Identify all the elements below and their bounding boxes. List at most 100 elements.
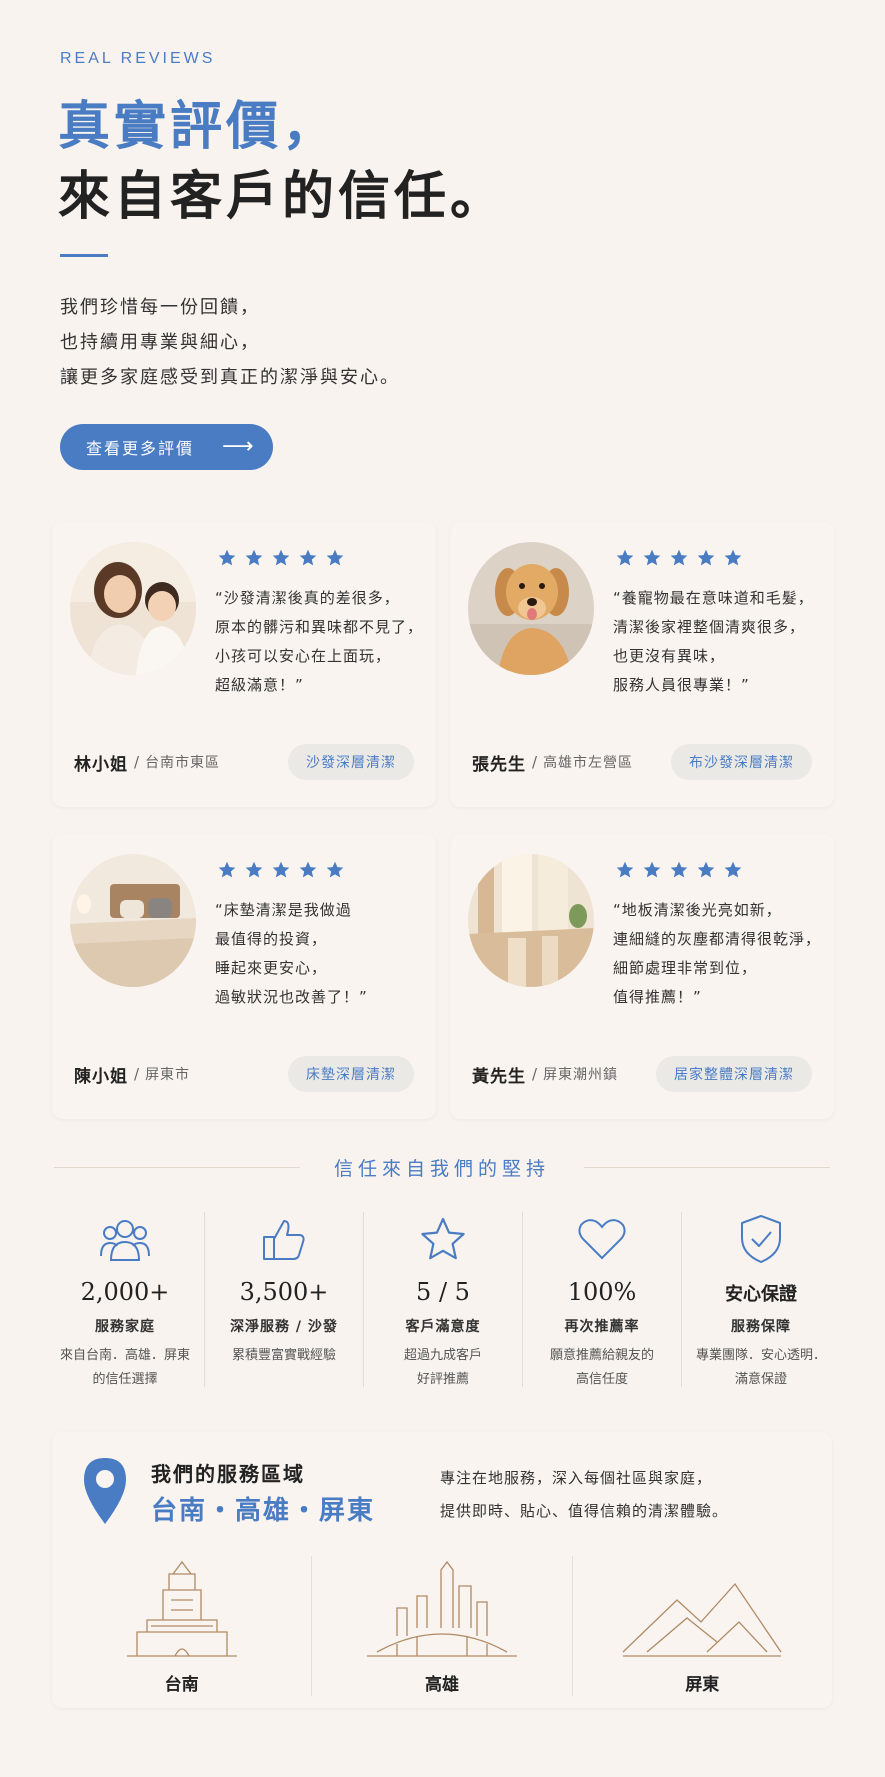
quote-line: 超級滿意！”	[215, 676, 304, 694]
intro-line: 讓更多家庭感受到真正的潔淨與安心。	[60, 367, 400, 388]
page-title: 真實評價， 來自客戶的信任。	[58, 92, 506, 232]
rating-stars	[615, 860, 743, 880]
star-icon	[245, 549, 263, 566]
name-separator: /	[134, 753, 140, 771]
title-line-1: 真實評價，	[58, 96, 339, 157]
service-tag[interactable]: 床墊深層清潔	[288, 1056, 414, 1092]
star-icon	[697, 549, 715, 566]
quote-line: 原本的髒污和異味都不見了，	[215, 618, 424, 636]
cta-label: 查看更多評價	[86, 439, 195, 458]
service-tag[interactable]: 布沙發深層清潔	[671, 744, 812, 780]
stat-description: 願意推薦給親友的 高信任度	[523, 1344, 681, 1392]
shield-check-icon	[682, 1212, 840, 1266]
divider-line	[54, 1166, 300, 1168]
view-more-reviews-button[interactable]: 查看更多評價 ⟶	[60, 424, 273, 470]
quote-line: 清潔後家裡整個清爽很多，	[613, 618, 806, 636]
desc-line: 超過九成客戶	[403, 1348, 482, 1363]
review-quote: “沙發清潔後真的差很多， 原本的髒污和異味都不見了， 小孩可以安心在上面玩， 超…	[215, 584, 423, 700]
city-list: 台南 高雄 屏東	[52, 1556, 832, 1696]
quote-line: “床墊清潔是我做過	[215, 901, 352, 919]
quote-line: 連細縫的灰塵都清得很乾淨，	[613, 930, 822, 948]
users-icon	[46, 1212, 204, 1266]
city-name: 高雄	[424, 1675, 459, 1695]
star-icon	[670, 549, 688, 566]
service-area-cities: 台南・高雄・屏東	[151, 1496, 376, 1526]
desc-line: 的信任選擇	[92, 1372, 158, 1387]
review-card: “沙發清潔後真的差很多， 原本的髒污和異味都不見了， 小孩可以安心在上面玩， 超…	[52, 522, 436, 807]
star-outline-icon	[364, 1212, 522, 1266]
kaohsiung-skyline-illustration	[366, 1560, 517, 1657]
quote-line: “地板清潔後光亮如新，	[613, 901, 782, 919]
name-separator: /	[532, 1065, 538, 1083]
stat-description: 專業團隊．安心透明． 滿意保證	[682, 1344, 840, 1392]
title-divider	[60, 254, 108, 257]
stat-guarantee: 安心保證 服務保障 專業團隊．安心透明． 滿意保證	[682, 1212, 840, 1387]
rating-stars	[615, 548, 743, 568]
reviewer-name: 張先生	[472, 754, 526, 775]
star-icon	[272, 861, 290, 878]
reviewer-name: 黃先生	[472, 1066, 526, 1087]
pingtung-mountains-illustration	[622, 1582, 782, 1657]
divider-line	[584, 1166, 831, 1168]
review-card: “養寵物最在意味道和毛髮， 清潔後家裡整個清爽很多， 也更沒有異味， 服務人員很…	[450, 522, 834, 807]
golden-retriever-photo	[468, 542, 594, 675]
stat-value: 5 / 5	[416, 1278, 470, 1306]
star-icon	[326, 549, 344, 566]
stat-label: 服務家庭	[95, 1319, 155, 1335]
review-card: “床墊清潔是我做過 最值得的投資， 睡起來更安心， 過敏狀況也改善了！” 陳小姐…	[52, 834, 436, 1119]
intro-line: 也持續用專業與細心，	[60, 332, 260, 353]
stat-value: 3,500+	[239, 1278, 329, 1306]
desc-line: 好評推薦	[416, 1372, 469, 1387]
title-line-2: 來自客戶的信任。	[58, 166, 507, 227]
stat-label: 深淨服務 / 沙發	[230, 1319, 338, 1335]
stat-value: 安心保證	[725, 1284, 797, 1305]
intro-text: 我們珍惜每一份回饋， 也持續用專業與細心， 讓更多家庭感受到真正的潔淨與安心。	[60, 290, 400, 395]
rating-stars	[217, 860, 345, 880]
service-tag[interactable]: 居家整體深層清潔	[656, 1056, 812, 1092]
star-icon	[299, 861, 317, 878]
reviewer-location: 屏東潮州鎮	[543, 1067, 619, 1083]
map-pin-icon	[84, 1458, 126, 1524]
review-footer: 張先生 / 高雄市左營區 布沙發深層清潔	[472, 744, 812, 780]
thumbs-up-icon	[205, 1212, 363, 1266]
review-card: “地板清潔後光亮如新， 連細縫的灰塵都清得很乾淨， 細節處理非常到位， 值得推薦…	[450, 834, 834, 1119]
quote-line: 也更沒有異味，	[613, 647, 726, 665]
city-pingtung[interactable]: 屏東	[573, 1556, 832, 1696]
city-tainan[interactable]: 台南	[52, 1556, 313, 1696]
star-icon	[245, 861, 263, 878]
stat-satisfaction: 5 / 5 客戶滿意度 超過九成客戶 好評推薦	[364, 1212, 523, 1387]
stat-description: 超過九成客戶 好評推薦	[364, 1344, 522, 1392]
desc-line: 願意推薦給親友的	[549, 1348, 654, 1363]
service-tag[interactable]: 沙發深層清潔	[288, 744, 414, 780]
star-icon	[272, 549, 290, 566]
reviewer-location: 屏東市	[145, 1067, 191, 1083]
desc-line: 專業團隊．安心透明．	[695, 1348, 826, 1363]
quote-line: 小孩可以安心在上面玩，	[215, 647, 392, 665]
stat-label: 客戶滿意度	[405, 1319, 481, 1335]
review-footer: 林小姐 / 台南市東區 沙發深層清潔	[74, 744, 414, 780]
stat-services: 3,500+ 深淨服務 / 沙發 累積豐富實戰經驗	[205, 1212, 364, 1387]
stat-value: 100%	[567, 1278, 637, 1306]
heart-icon	[523, 1212, 681, 1266]
trust-heading: 信任來自我們的堅持	[54, 1152, 831, 1182]
trust-heading-text: 信任來自我們的堅持	[334, 1157, 551, 1180]
name-separator: /	[532, 753, 538, 771]
reviewer-name: 陳小姐	[74, 1066, 128, 1087]
star-icon	[697, 861, 715, 878]
star-icon	[299, 549, 317, 566]
trust-stats: 2,000+ 服務家庭 來自台南．高雄．屏東 的信任選擇 3,500+ 深淨服務…	[46, 1212, 840, 1387]
city-name: 屏東	[685, 1675, 720, 1695]
review-quote: “床墊清潔是我做過 最值得的投資， 睡起來更安心， 過敏狀況也改善了！”	[215, 896, 368, 1012]
quote-line: “養寵物最在意味道和毛髮，	[613, 589, 814, 607]
arrow-right-icon: ⟶	[222, 434, 256, 459]
star-icon	[724, 861, 742, 878]
review-quote: “養寵物最在意味道和毛髮， 清潔後家裡整個清爽很多， 也更沒有異味， 服務人員很…	[613, 584, 814, 700]
review-footer: 黃先生 / 屏東潮州鎮 居家整體深層清潔	[472, 1056, 812, 1092]
star-icon	[616, 549, 634, 566]
quote-line: 細節處理非常到位，	[613, 959, 758, 977]
city-kaohsiung[interactable]: 高雄	[312, 1556, 573, 1696]
desc-line: 來自台南．高雄．屏東	[59, 1348, 190, 1363]
blurb-line: 提供即時、貼心、值得信賴的清潔體驗。	[440, 1502, 729, 1520]
stat-label: 再次推薦率	[564, 1319, 640, 1335]
star-icon	[326, 861, 344, 878]
